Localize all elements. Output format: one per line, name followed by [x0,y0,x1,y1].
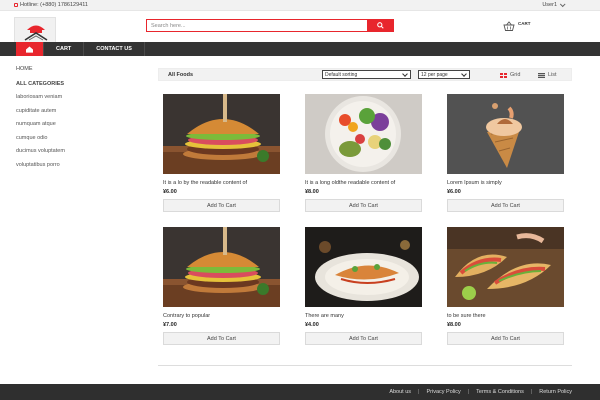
fish-dish-image [305,227,422,307]
content-divider [158,365,572,366]
chef-hat-logo-icon [24,25,48,41]
cart-label: CART [518,21,531,26]
per-page-selected-value: 12 per page [421,71,448,78]
header-cart[interactable]: CART [503,21,531,31]
product-price: ¥4.00 [305,322,319,328]
product-card: Contrary to popular ¥7.00 Add To Cart [163,227,281,345]
product-title[interactable]: Lorem Ipsum is simply [447,180,565,187]
main-nav: CART CONTACT US [0,42,600,56]
product-price: ¥6.00 [447,189,461,195]
footer-separator: | [418,389,420,395]
search-button[interactable] [367,19,394,32]
hotline-text: Hotline: (+880) 1786129411 [20,2,88,8]
search-icon [377,22,384,29]
user-name: User1 [542,2,557,8]
footer-link-about-us[interactable]: About us [389,389,411,395]
grid-icon [500,72,507,78]
product-title[interactable]: to be sure there [447,313,565,320]
product-title[interactable]: There are many [305,313,423,320]
tacos-image [447,227,564,307]
product-card: Lorem Ipsum is simply ¥6.00 Add To Cart [447,94,565,212]
search-input[interactable] [146,19,368,32]
user-menu[interactable]: User1 [542,1,566,8]
nav-item-contact-us[interactable]: CONTACT US [84,42,145,56]
phone-icon [14,3,18,7]
product-image[interactable] [305,94,422,174]
product-image[interactable] [163,227,280,307]
search-bar [146,19,394,32]
product-card: to be sure there ¥8.00 Add To Cart [447,227,565,345]
sidebar-category-item[interactable]: laboriosam veniam [16,94,136,100]
header: CART [0,11,600,43]
product-image[interactable] [447,94,564,174]
list-icon [538,72,545,78]
add-to-cart-button[interactable]: Add To Cart [163,332,280,345]
site-logo[interactable] [14,17,56,43]
product-price: ¥6.00 [163,189,177,195]
product-image[interactable] [163,94,280,174]
footer-link-privacy-policy[interactable]: Privacy Policy [426,389,460,395]
nav-item-cart[interactable]: CART [43,42,85,56]
sidebar-category-item[interactable]: voluptatibus porro [16,162,136,168]
footer-separator: | [530,389,533,395]
sidebar: HOME ALL CATEGORIES laboriosam veniam cu… [16,66,136,175]
add-to-cart-button[interactable]: Add To Cart [447,332,564,345]
product-price: ¥7.00 [163,322,177,328]
burger-image [163,227,280,307]
per-page-select[interactable]: 12 per page [418,70,470,79]
add-to-cart-button[interactable]: Add To Cart [305,199,422,212]
categories-heading: ALL CATEGORIES [16,81,65,87]
product-price: ¥8.00 [305,189,319,195]
salad-bowl-image [305,94,422,174]
list-view-toggle[interactable]: List [538,72,557,78]
add-to-cart-button[interactable]: Add To Cart [163,199,280,212]
shopping-basket-icon [503,21,515,31]
grid-view-label: Grid [510,72,521,78]
sidebar-category-item[interactable]: cupiditate autem [16,108,136,114]
product-image[interactable] [447,227,564,307]
product-title[interactable]: Contrary to popular [163,313,281,320]
sort-selected-value: Default sorting [325,71,358,78]
sidebar-category-item[interactable]: cumque odio [16,135,136,141]
chevron-down-icon [402,71,408,77]
footer-link-terms[interactable]: Terms & Conditions [476,389,524,395]
toolbar-title: All Foods [168,72,194,78]
home-icon [26,45,33,53]
footer-separator: | [467,389,470,395]
hotline: Hotline: (+880) 1786129411 [14,2,88,8]
product-title[interactable]: It is a long oldthe readable content of [305,180,423,187]
top-bar: Hotline: (+880) 1786129411 User1 [0,0,600,11]
product-price: ¥8.00 [447,322,461,328]
nav-home-button[interactable] [16,42,43,56]
product-card: There are many ¥4.00 Add To Cart [305,227,423,345]
product-title[interactable]: It is a lo by the readable content of [163,180,281,187]
chevron-down-icon [559,1,566,8]
sidebar-home-link[interactable]: HOME [16,66,136,72]
burger-image [163,94,280,174]
footer-link-return-policy[interactable]: Return Policy [539,389,572,395]
grid-view-toggle[interactable]: Grid [500,72,520,78]
product-toolbar: All Foods Default sorting 12 per page Gr… [158,68,572,81]
footer: About us | Privacy Policy | Terms & Cond… [0,384,600,400]
list-view-label: List [548,72,557,78]
product-card: It is a long oldthe readable content of … [305,94,423,212]
add-to-cart-button[interactable]: Add To Cart [447,199,564,212]
product-card: It is a lo by the readable content of ¥6… [163,94,281,212]
sidebar-category-item[interactable]: ducimus voluptatem [16,148,136,154]
sort-select[interactable]: Default sorting [322,70,411,79]
product-image[interactable] [305,227,422,307]
sidebar-category-item[interactable]: numquam atque [16,121,136,127]
ice-cream-cone-image [447,94,564,174]
chevron-down-icon [461,71,467,77]
add-to-cart-button[interactable]: Add To Cart [305,332,422,345]
